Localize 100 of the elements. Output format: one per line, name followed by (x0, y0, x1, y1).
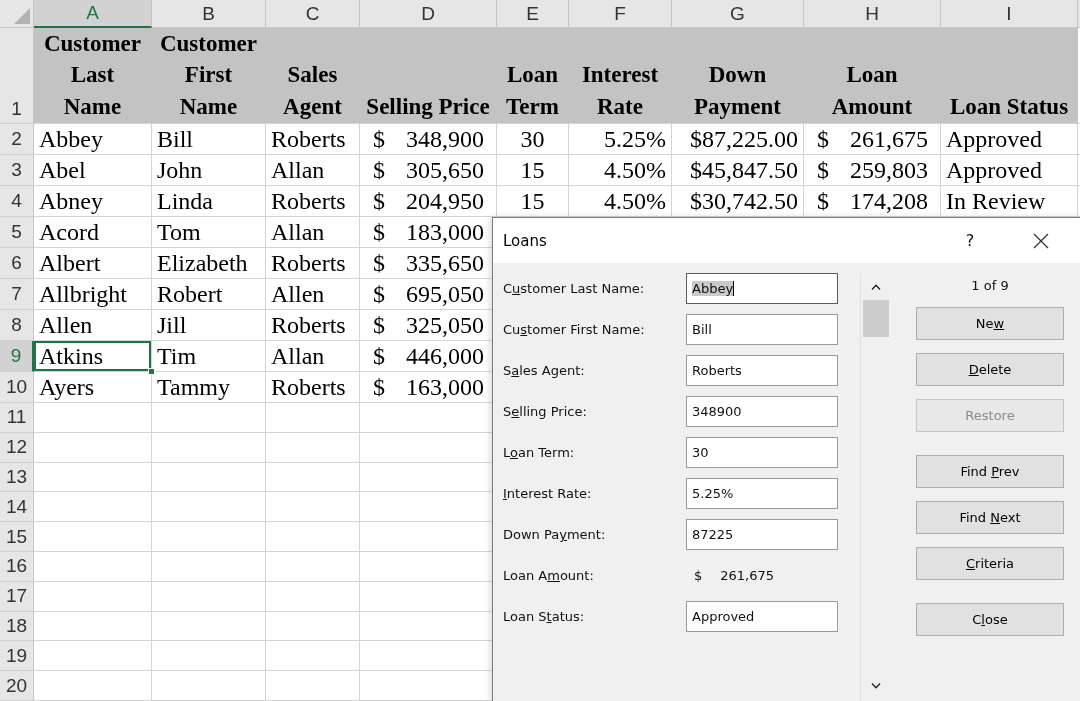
row-header[interactable]: 16 (0, 552, 34, 582)
column-heading: Loan Status (941, 28, 1078, 124)
currency-symbol: $ (373, 156, 385, 185)
currency-symbol: $ (373, 125, 385, 154)
column-header[interactable]: B (152, 0, 266, 28)
row-header[interactable]: 9 (0, 341, 34, 372)
text-field[interactable]: 348900 (686, 396, 838, 427)
row-header[interactable]: 20 (0, 671, 34, 701)
amount-text: 446,000 (406, 342, 484, 371)
column-header[interactable]: H (804, 0, 941, 28)
amount-text: 325,050 (406, 311, 484, 340)
text-field[interactable]: 87225 (686, 519, 838, 550)
text-field[interactable]: Approved (686, 601, 838, 632)
currency-symbol: $ (817, 125, 829, 154)
table-cell: Atkins (34, 341, 152, 372)
table-cell: Jill (152, 310, 266, 341)
row-header[interactable]: 5 (0, 217, 34, 248)
row-header[interactable]: 2 (0, 124, 34, 155)
dialog-button[interactable]: Find Prev (916, 455, 1064, 488)
scroll-thumb[interactable] (862, 300, 889, 337)
field-label: Loan Term: (503, 445, 576, 460)
text-field[interactable]: 30 (686, 437, 838, 468)
table-cell: Tom (152, 217, 266, 248)
text-field[interactable]: Roberts (686, 355, 838, 386)
empty-cell[interactable] (266, 403, 360, 433)
dialog-button[interactable]: Find Next (916, 501, 1064, 534)
amount-text: 261,675 (850, 125, 928, 154)
empty-cell[interactable] (152, 611, 266, 642)
help-button[interactable]: ? (958, 226, 982, 255)
empty-cell[interactable] (266, 611, 360, 642)
empty-cell[interactable] (152, 492, 266, 523)
row-header[interactable]: 10 (0, 372, 34, 403)
field-label: Selling Price: (503, 404, 588, 419)
column-header[interactable]: A (34, 0, 152, 28)
column-header[interactable]: F (569, 0, 672, 28)
dialog-title: Loans (503, 231, 547, 250)
row-header[interactable]: 7 (0, 279, 34, 310)
row-header[interactable]: 18 (0, 611, 34, 642)
currency-symbol: $ (817, 187, 829, 216)
empty-cell[interactable] (152, 462, 266, 493)
fill-handle-icon[interactable] (148, 368, 155, 375)
column-header[interactable]: I (941, 0, 1078, 28)
column-header[interactable]: C (266, 0, 360, 28)
dialog-button[interactable]: Delete (916, 353, 1064, 386)
row-header[interactable]: 19 (0, 641, 34, 672)
table-cell: Abbey (34, 124, 152, 155)
empty-cell[interactable] (266, 581, 360, 612)
row-header[interactable]: 4 (0, 186, 34, 217)
row-header[interactable]: 11 (0, 403, 34, 433)
table-cell: Allbright (34, 279, 152, 310)
table-cell: Roberts (266, 124, 360, 155)
empty-cell[interactable] (152, 581, 266, 612)
scrollbar[interactable] (860, 273, 890, 701)
empty-cell[interactable] (266, 522, 360, 552)
empty-cell[interactable] (152, 552, 266, 582)
text-field[interactable]: Abbey (686, 273, 838, 304)
chevron-up-icon[interactable] (870, 284, 881, 290)
empty-cell[interactable] (152, 671, 266, 701)
row-header[interactable]: 12 (0, 432, 34, 463)
close-icon (1033, 232, 1049, 249)
empty-cell[interactable] (152, 641, 266, 672)
table-cell: Roberts (266, 248, 360, 279)
column-heading: Interest Rate (569, 28, 672, 124)
row-header[interactable]: 3 (0, 155, 34, 186)
row-header[interactable]: 8 (0, 310, 34, 341)
empty-cell[interactable] (266, 671, 360, 701)
chevron-down-icon[interactable] (870, 683, 881, 689)
row-header[interactable]: 1 (0, 28, 34, 124)
empty-cell[interactable] (266, 552, 360, 582)
empty-cell[interactable] (266, 462, 360, 493)
column-header[interactable]: E (497, 0, 569, 28)
column-header[interactable]: D (360, 0, 497, 28)
column-header[interactable]: G (672, 0, 804, 28)
empty-cell[interactable] (152, 403, 266, 433)
table-cell: Roberts (266, 372, 360, 403)
row-header[interactable]: 13 (0, 462, 34, 493)
dialog-button[interactable]: Criteria (916, 547, 1064, 580)
row-header[interactable]: 14 (0, 492, 34, 523)
empty-cell[interactable] (152, 432, 266, 463)
empty-cell[interactable] (266, 432, 360, 463)
row-header[interactable]: 6 (0, 248, 34, 279)
table-cell: John (152, 155, 266, 186)
dialog-button[interactable]: New (916, 307, 1064, 340)
currency-symbol: $ (373, 218, 385, 247)
column-heading: Loan Term (497, 28, 569, 124)
table-cell: Acord (34, 217, 152, 248)
field-label: Interest Rate: (503, 486, 593, 501)
row-header[interactable]: 17 (0, 581, 34, 612)
select-all-button[interactable] (0, 0, 34, 28)
table-cell: Allan (266, 155, 360, 186)
column-heading: Customer First Name (152, 28, 266, 124)
empty-cell[interactable] (152, 522, 266, 552)
currency-symbol: $ (373, 342, 385, 371)
dialog-button[interactable]: Close (916, 603, 1064, 636)
row-header[interactable]: 15 (0, 522, 34, 552)
field-label: Down Payment: (503, 527, 607, 542)
empty-cell[interactable] (266, 641, 360, 672)
text-field[interactable]: Bill (686, 314, 838, 345)
empty-cell[interactable] (266, 492, 360, 523)
text-field[interactable]: 5.25% (686, 478, 838, 509)
